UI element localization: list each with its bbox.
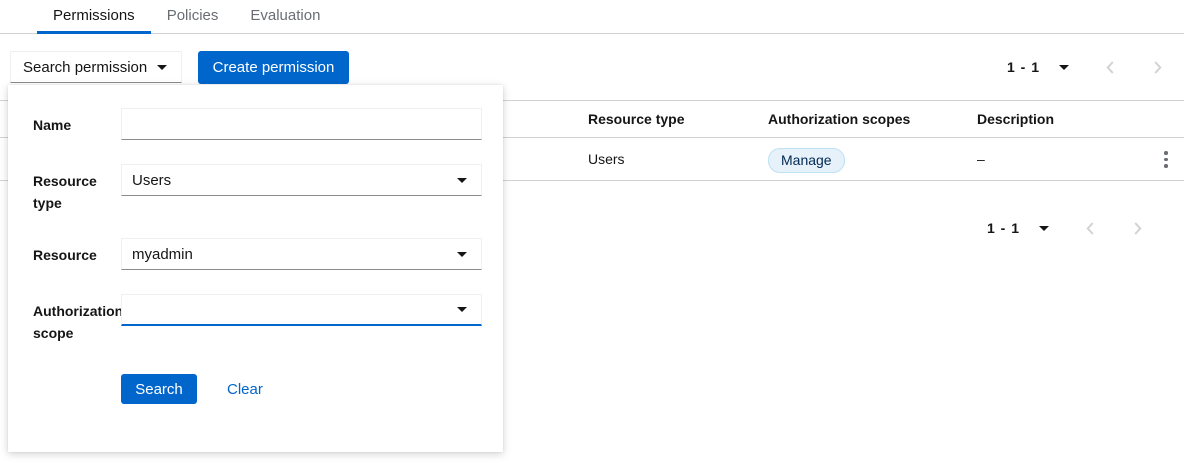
resource-label: Resource (33, 238, 121, 266)
permissions-page: Permissions Policies Evaluation Search p… (0, 0, 1184, 464)
pagination-bottom: 1 - 1 (987, 212, 1149, 244)
pagination-per-page-toggle[interactable] (1055, 61, 1073, 74)
column-header-resource-type: Resource type (588, 101, 684, 138)
tab-permissions[interactable]: Permissions (37, 0, 151, 34)
column-header-authorization-scopes: Authorization scopes (768, 101, 910, 138)
form-row-name: Name (33, 108, 482, 140)
resource-type-label: Resource type (33, 164, 121, 214)
chevron-left-icon (1105, 60, 1115, 75)
create-permission-button[interactable]: Create permission (198, 51, 349, 84)
chevron-left-icon (1085, 221, 1095, 236)
name-input[interactable] (121, 108, 482, 140)
pagination-next-button[interactable] (1127, 221, 1149, 236)
search-permission-dropdown-toggle[interactable]: Search permission (10, 51, 182, 83)
form-row-authorization-scope: Authorization scope (33, 294, 482, 344)
pagination-next-button[interactable] (1147, 60, 1169, 75)
form-row-resource: Resource myadmin (33, 238, 482, 270)
resource-type-select[interactable]: Users (121, 164, 482, 196)
caret-down-icon (1039, 226, 1049, 231)
authorization-scope-select[interactable] (121, 294, 482, 326)
resource-select-value: myadmin (132, 246, 193, 263)
tab-bar: Permissions Policies Evaluation (0, 0, 1184, 34)
search-permission-panel: Name Resource type Users Resource myadmi… (8, 85, 503, 452)
chevron-right-icon (1133, 221, 1143, 236)
caret-down-icon (157, 65, 167, 70)
column-header-description: Description (977, 101, 1054, 138)
pagination-top: 1 - 1 (1007, 51, 1169, 83)
pagination-prev-button[interactable] (1079, 221, 1101, 236)
tab-evaluation[interactable]: Evaluation (234, 0, 336, 34)
kebab-icon (1164, 151, 1168, 155)
chevron-right-icon (1153, 60, 1163, 75)
caret-down-icon (1059, 65, 1069, 70)
caret-down-icon (457, 178, 467, 183)
search-permission-dropdown-label: Search permission (23, 59, 147, 76)
name-label: Name (33, 108, 121, 136)
resource-type-select-value: Users (132, 172, 171, 189)
row-actions-kebab-button[interactable] (1152, 138, 1180, 181)
tab-policies[interactable]: Policies (151, 0, 235, 34)
search-form-actions: Search Clear (33, 374, 482, 404)
caret-down-icon (457, 307, 467, 312)
authorization-scope-label: Authorization scope (33, 294, 121, 344)
resource-select[interactable]: myadmin (121, 238, 482, 270)
cell-authorization-scopes: Manage (768, 138, 845, 181)
pagination-prev-button[interactable] (1099, 60, 1121, 75)
pagination-per-page-toggle[interactable] (1035, 222, 1053, 235)
scope-badge: Manage (768, 148, 845, 173)
form-row-resource-type: Resource type Users (33, 164, 482, 214)
clear-button[interactable]: Clear (227, 381, 263, 398)
search-button[interactable]: Search (121, 374, 197, 404)
cell-description: – (977, 138, 985, 181)
pagination-range: 1 - 1 (987, 220, 1020, 236)
caret-down-icon (457, 252, 467, 257)
cell-resource-type: Users (588, 138, 625, 181)
pagination-range: 1 - 1 (1007, 59, 1040, 75)
